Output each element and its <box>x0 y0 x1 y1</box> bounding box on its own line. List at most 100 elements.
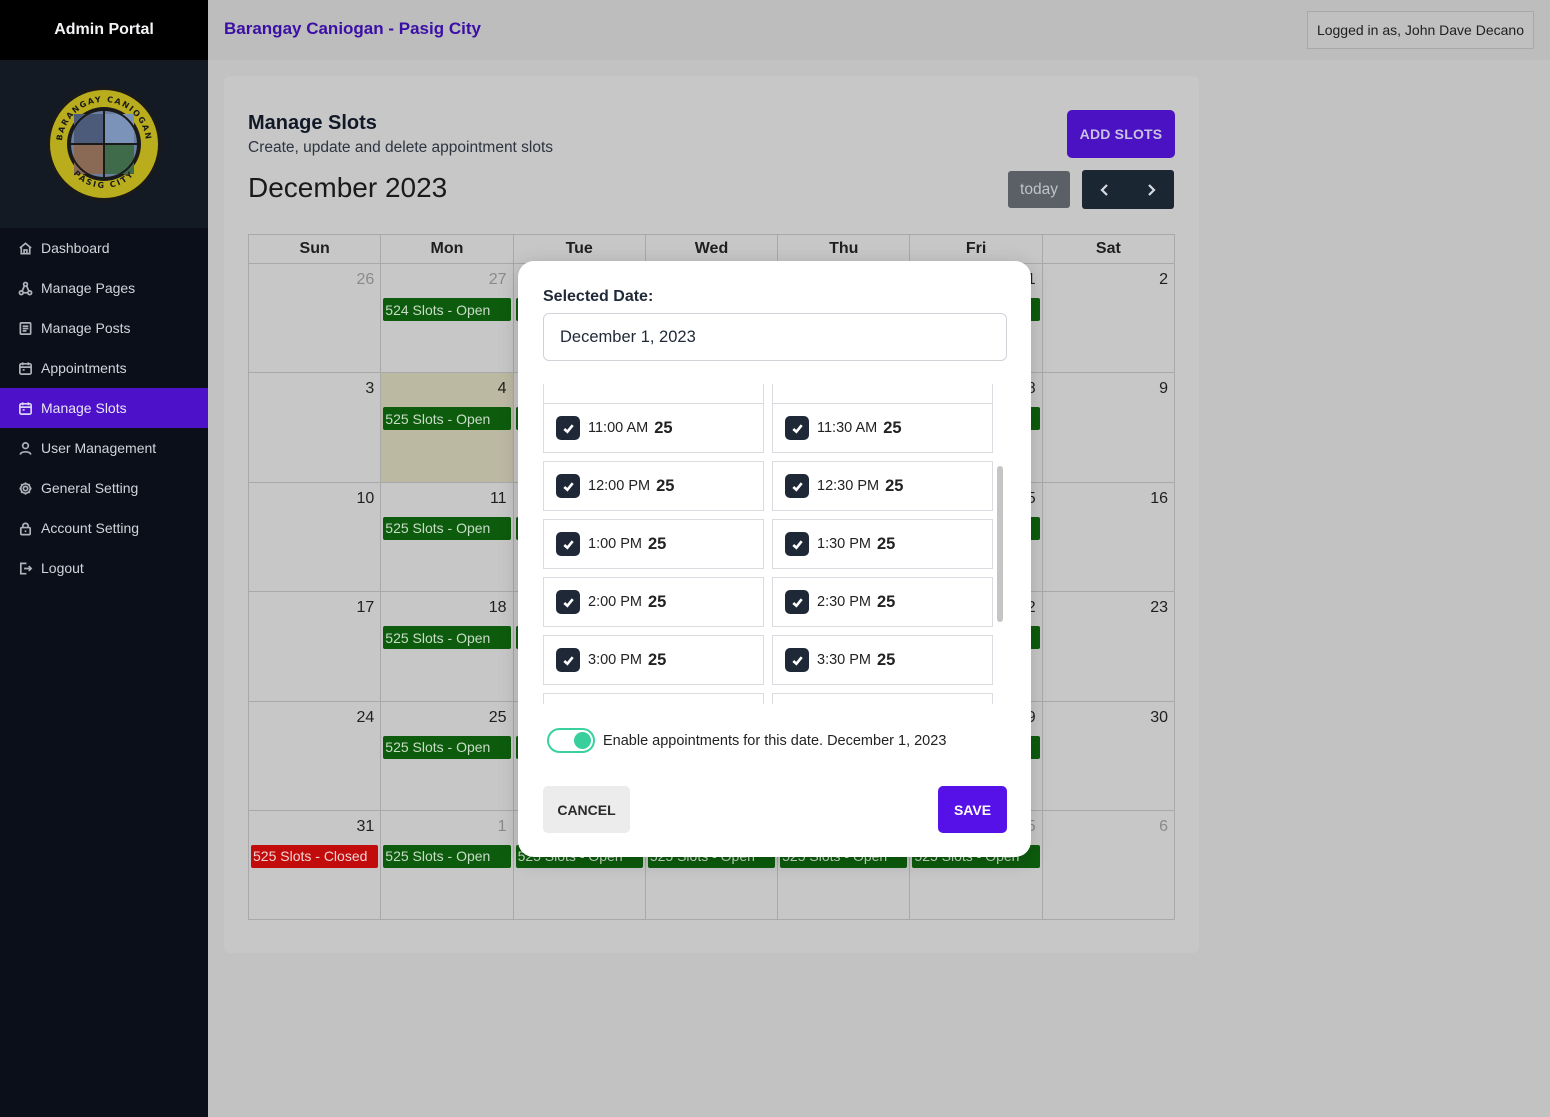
day-number[interactable]: 3 <box>365 380 374 398</box>
home-icon <box>17 240 33 256</box>
calendar-day-cell[interactable]: 17 <box>247 591 382 702</box>
day-number[interactable]: 16 <box>1150 490 1168 508</box>
day-number[interactable]: 24 <box>356 709 374 727</box>
calendar-day-cell[interactable]: 3 <box>247 372 382 483</box>
time-slot[interactable]: 12:30 PM 25 <box>772 461 993 511</box>
sidebar-item-general-setting[interactable]: General Setting <box>0 468 208 508</box>
calendar-day-cell[interactable]: 25 525 Slots - Open <box>380 700 514 811</box>
slots-scrollbar-thumb[interactable] <box>997 466 1003 622</box>
slots-event[interactable]: 525 Slots - Open <box>383 407 511 431</box>
check-icon[interactable] <box>785 474 809 498</box>
enable-appointments-label: Enable appointments for this date. Decem… <box>603 733 947 749</box>
time-slot[interactable]: 1:00 PM 25 <box>543 519 764 569</box>
time-slot[interactable]: 3:00 PM 25 <box>543 635 764 685</box>
toggle-knob <box>574 732 591 749</box>
calendar-day-cell[interactable]: 4 525 Slots - Open <box>380 372 514 483</box>
check-icon[interactable] <box>785 416 809 440</box>
day-number[interactable]: 9 <box>1159 380 1168 398</box>
day-number[interactable]: 18 <box>489 599 507 617</box>
check-icon[interactable] <box>556 474 580 498</box>
day-number[interactable]: 17 <box>356 599 374 617</box>
sidebar-item-manage-pages[interactable]: Manage Pages <box>0 268 208 308</box>
calendar-day-cell[interactable]: 11 525 Slots - Open <box>380 481 514 593</box>
calendar-day-cell[interactable]: 9 <box>1041 372 1176 483</box>
check-icon[interactable] <box>785 532 809 556</box>
document-icon <box>17 320 33 336</box>
day-number[interactable]: 25 <box>489 709 507 727</box>
slot-time: 1:30 PM <box>817 536 871 552</box>
calendar-day-cell[interactable]: 30 <box>1041 700 1176 811</box>
slot-capacity: 25 <box>883 418 902 437</box>
slot-capacity: 25 <box>648 650 667 669</box>
sidebar-item-label: User Management <box>41 440 157 456</box>
day-number[interactable]: 1 <box>498 818 507 836</box>
day-number[interactable]: 27 <box>489 271 507 289</box>
day-number[interactable]: 30 <box>1150 709 1168 727</box>
time-slot[interactable]: 11:30 AM 25 <box>772 403 993 453</box>
day-number[interactable]: 6 <box>1159 818 1168 836</box>
day-number[interactable]: 10 <box>356 490 374 508</box>
slots-scrollbar[interactable] <box>996 384 1004 704</box>
check-icon[interactable] <box>556 532 580 556</box>
sidebar-item-dashboard[interactable]: Dashboard <box>0 228 208 268</box>
sidebar-item-label: Manage Posts <box>41 320 131 336</box>
slot-capacity: 25 <box>648 592 667 611</box>
day-number[interactable]: 23 <box>1150 599 1168 617</box>
calendar-day-cell[interactable]: 16 <box>1041 481 1176 593</box>
time-slot[interactable]: 2:30 PM 25 <box>772 577 993 627</box>
check-icon[interactable] <box>556 416 580 440</box>
calendar-nav <box>1082 170 1174 209</box>
calendar-day-cell[interactable]: 24 <box>247 700 382 811</box>
calendar-day-cell[interactable]: 27 524 Slots - Open <box>380 262 514 374</box>
slots-event[interactable]: 525 Slots - Open <box>383 626 511 650</box>
sidebar-item-manage-slots[interactable]: Manage Slots <box>0 388 208 428</box>
calendar-day-cell[interactable]: 31 525 Slots - Closed <box>247 809 382 921</box>
today-button[interactable]: today <box>1008 171 1070 208</box>
sidebar-item-appointments[interactable]: Appointments <box>0 348 208 388</box>
slots-event[interactable]: 525 Slots - Closed <box>251 844 379 868</box>
day-number[interactable]: 4 <box>498 380 507 398</box>
day-number[interactable]: 26 <box>356 271 374 289</box>
sidebar-item-user-management[interactable]: User Management <box>0 428 208 468</box>
check-icon[interactable] <box>556 648 580 672</box>
slots-event[interactable]: 525 Slots - Open <box>383 735 511 759</box>
slot-editor-modal: Selected Date: December 1, 2023 11:00 AM… <box>518 261 1031 857</box>
calendar-day-cell[interactable]: 1 525 Slots - Open <box>380 809 514 921</box>
save-button[interactable]: SAVE <box>938 786 1007 833</box>
check-icon[interactable] <box>556 590 580 614</box>
calendar-day-cell[interactable]: 6 <box>1041 809 1176 921</box>
sidebar-item-manage-posts[interactable]: Manage Posts <box>0 308 208 348</box>
slots-event[interactable]: 524 Slots - Open <box>383 298 511 321</box>
cancel-button[interactable]: CANCEL <box>543 786 630 833</box>
calendar-day-cell[interactable]: 2 <box>1041 262 1176 374</box>
time-slot[interactable]: 11:00 AM 25 <box>543 403 764 453</box>
day-number[interactable]: 2 <box>1159 271 1168 289</box>
check-icon[interactable] <box>785 590 809 614</box>
slot-time: 3:30 PM <box>817 652 871 668</box>
time-slots-list[interactable]: 11:00 AM 25 11:30 AM 25 12:00 PM 25 12:30 PM 25… <box>543 384 1007 704</box>
sidebar-item-label: Account Setting <box>41 520 140 536</box>
logged-in-user[interactable]: Logged in as, John Dave Decano <box>1306 11 1534 49</box>
time-slot[interactable]: 1:30 PM 25 <box>772 519 993 569</box>
calendar-day-cell[interactable]: 18 525 Slots - Open <box>380 591 514 702</box>
slots-event[interactable]: 525 Slots - Open <box>383 844 511 868</box>
sidebar-item-account-setting[interactable]: Account Setting <box>0 508 208 548</box>
time-slot[interactable]: 3:30 PM 25 <box>772 635 993 685</box>
slots-event[interactable]: 525 Slots - Open <box>383 516 511 540</box>
calendar-day-cell[interactable]: 10 <box>247 481 382 593</box>
sidebar-item-logout[interactable]: Logout <box>0 548 208 588</box>
calendar-day-cell[interactable]: 23 <box>1041 591 1176 702</box>
prev-month-button[interactable] <box>1082 170 1128 209</box>
calendar-day-cell[interactable]: 26 <box>247 262 382 374</box>
day-number[interactable]: 31 <box>356 818 374 836</box>
time-slot[interactable]: 2:00 PM 25 <box>543 577 764 627</box>
enable-appointments-toggle[interactable] <box>547 728 595 753</box>
selected-date-field[interactable]: December 1, 2023 <box>543 313 1007 361</box>
day-number[interactable]: 11 <box>490 490 507 508</box>
weekday-header: Tue <box>512 234 646 264</box>
add-slots-button[interactable]: ADD SLOTS <box>1067 110 1175 158</box>
slot-capacity: 25 <box>656 476 675 495</box>
check-icon[interactable] <box>785 648 809 672</box>
time-slot[interactable]: 12:00 PM 25 <box>543 461 764 511</box>
next-month-button[interactable] <box>1128 170 1174 209</box>
